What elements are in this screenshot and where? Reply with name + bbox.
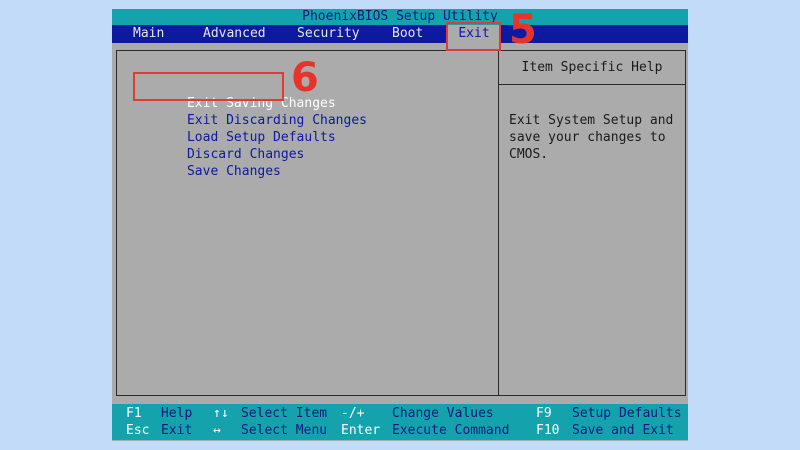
key-minus-plus: -/+: [341, 406, 365, 421]
key-f10: F10: [536, 423, 560, 438]
option-discard-changes[interactable]: Discard Changes: [140, 129, 304, 162]
bios-title: PhoenixBIOS Setup Utility: [112, 9, 688, 25]
menu-boot[interactable]: Boot: [392, 25, 432, 43]
key-f9: F9: [536, 406, 552, 421]
key-f1: F1: [126, 406, 142, 421]
key-updown-desc: Select Item: [241, 406, 328, 421]
key-esc-desc: Exit: [161, 423, 193, 438]
help-line: save your changes to: [509, 130, 666, 145]
menu-security-label: Security: [297, 26, 360, 41]
key-f9-desc: Setup Defaults: [572, 406, 682, 421]
key-f1-desc: Help: [161, 406, 193, 421]
option-save-changes-label: Save Changes: [186, 164, 281, 179]
key-enter-desc: Execute Command: [392, 423, 510, 438]
option-save-changes[interactable]: Save Changes: [140, 146, 281, 179]
help-line: CMOS.: [509, 147, 549, 162]
key-enter: Enter: [341, 423, 381, 438]
annotation-step-5: 5: [509, 7, 537, 53]
menu-advanced-label: Advanced: [203, 26, 266, 41]
key-minus-plus-desc: Change Values: [392, 406, 494, 421]
option-load-setup-defaults[interactable]: Load Setup Defaults: [140, 112, 336, 145]
key-f10-desc: Save and Exit: [572, 423, 674, 438]
menu-main[interactable]: Main: [133, 25, 177, 43]
annotation-step-6: 6: [291, 55, 319, 101]
help-pane: Item Specific Help Exit System Setup and…: [498, 50, 686, 396]
annotation-box-exit-saving: [133, 72, 284, 101]
key-esc: Esc: [126, 423, 150, 438]
menu-main-label: Main: [133, 26, 165, 41]
help-line: Exit System Setup and: [509, 113, 674, 128]
annotation-box-exit-tab: [446, 22, 501, 51]
key-updown: ↑↓: [213, 406, 229, 421]
options-pane: Exit Saving Changes Exit Discarding Chan…: [116, 50, 499, 396]
key-leftright-desc: Select Menu: [241, 423, 328, 438]
menu-bar: Main Advanced Security Boot Exit: [112, 25, 688, 43]
help-text: Exit System Setup and save your changes …: [509, 112, 681, 163]
key-leftright: ↔: [213, 423, 221, 438]
menu-security[interactable]: Security: [297, 25, 367, 43]
status-bar: F1 Help ↑↓ Select Item -/+ Change Values…: [112, 404, 688, 440]
menu-advanced[interactable]: Advanced: [203, 25, 273, 43]
menu-boot-label: Boot: [392, 26, 424, 41]
help-header: Item Specific Help: [499, 51, 685, 85]
